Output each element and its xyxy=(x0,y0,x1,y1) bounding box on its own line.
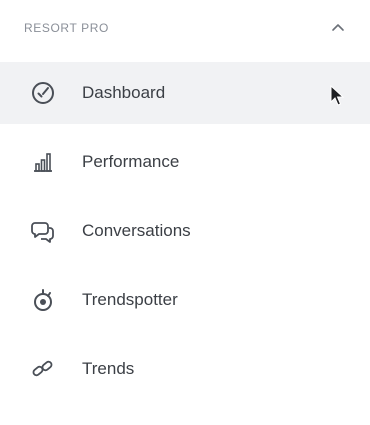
sidebar-item-conversations[interactable]: Conversations xyxy=(0,200,370,262)
sidebar-item-label: Conversations xyxy=(82,221,191,240)
sidebar-item-trends[interactable]: Trends xyxy=(0,338,370,400)
sidebar-item-dashboard[interactable]: Dashboard xyxy=(0,62,370,124)
section-title: RESORT PRO xyxy=(24,21,109,35)
mouse-pointer-icon xyxy=(330,84,345,107)
bar-chart-icon xyxy=(30,149,56,175)
collapse-toggle-button[interactable] xyxy=(322,14,354,42)
trends-link-icon xyxy=(30,356,56,382)
chevron-up-icon xyxy=(331,19,345,37)
section-header: RESORT PRO xyxy=(0,0,370,62)
sidebar-item-label: Performance xyxy=(82,152,180,171)
sidebar-panel: RESORT PRO Dashboard Performance Convers… xyxy=(0,0,370,425)
speedometer-icon xyxy=(30,80,56,106)
sidebar-item-label: Trends xyxy=(82,359,135,378)
sidebar-item-performance[interactable]: Performance xyxy=(0,131,370,193)
sidebar-item-trendspotter[interactable]: Trendspotter xyxy=(0,269,370,331)
chat-bubbles-icon xyxy=(30,218,56,244)
trendspotter-icon xyxy=(30,287,56,313)
sidebar-item-label: Trendspotter xyxy=(82,290,178,309)
sidebar-item-label: Dashboard xyxy=(82,83,166,102)
